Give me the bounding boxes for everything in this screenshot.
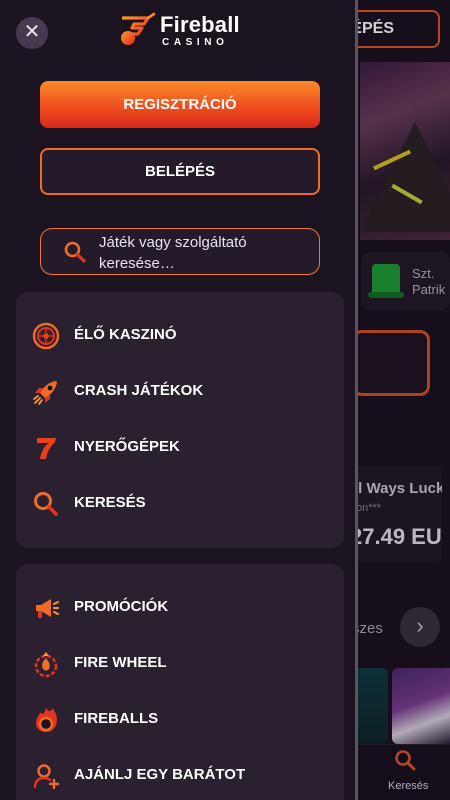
menu-item-label: AJÁNLJ EGY BARÁTOT: [74, 766, 246, 783]
side-drawer: ✕ Fireball CASINO REGISZTRÁCIÓ BELÉPÉS J…: [0, 0, 358, 800]
search-icon: [34, 492, 58, 516]
menu-item-label: FIRE WHEEL: [74, 654, 167, 671]
seven-icon: [37, 438, 56, 459]
menu-item-live-casino[interactable]: ÉLŐ KASZINÓ: [16, 314, 344, 358]
megaphone-icon: [36, 599, 59, 618]
menu-item-crash-games[interactable]: CRASH JÁTÉKOK: [16, 370, 344, 414]
menu-item-refer-friend[interactable]: AJÁNLJ EGY BARÁTOT: [16, 754, 344, 798]
search-placeholder: Játék vagy szolgáltató keresése…: [99, 234, 247, 272]
search-input[interactable]: Játék vagy szolgáltató keresése…: [40, 228, 320, 275]
menu-item-label: NYERŐGÉPEK: [74, 438, 180, 455]
menu-item-label: KERESÉS: [74, 494, 146, 511]
fireball-casino-logo[interactable]: Fireball CASINO: [118, 10, 248, 50]
login-button[interactable]: BELÉPÉS: [40, 148, 320, 195]
close-button[interactable]: ✕: [16, 17, 48, 49]
menu-item-label: PROMÓCIÓK: [74, 598, 169, 615]
logo-wordmark: Fireball: [160, 12, 240, 37]
menu-group-games: ÉLŐ KASZINÓ CRASH JÁTÉKOK NYERŐGÉPEK KER…: [16, 292, 344, 548]
roulette-icon: [32, 322, 60, 350]
menu-item-label: FIREBALLS: [74, 710, 159, 727]
rocket-icon: [33, 381, 57, 405]
menu-item-label: ÉLŐ KASZINÓ: [74, 326, 177, 343]
menu-item-fire-wheel[interactable]: FIRE WHEEL: [16, 642, 344, 686]
fireball-logo-icon: [121, 12, 156, 45]
menu-item-search[interactable]: KERESÉS: [16, 482, 344, 526]
menu-group-features: PROMÓCIÓK FIRE WHEEL FIREBALLS AJÁNLJ EG…: [16, 564, 344, 800]
add-user-icon: [33, 764, 60, 790]
logo-subtitle: CASINO: [162, 37, 229, 48]
menu-item-promotions[interactable]: PROMÓCIÓK: [16, 586, 344, 630]
close-icon: ✕: [23, 21, 41, 43]
search-icon: [64, 241, 86, 263]
fireball-icon: [36, 708, 57, 732]
menu-item-slots[interactable]: NYERŐGÉPEK: [16, 426, 344, 470]
register-button[interactable]: REGISZTRÁCIÓ: [40, 81, 320, 128]
menu-item-fireballs[interactable]: FIREBALLS: [16, 698, 344, 742]
fire-wheel-icon: [34, 652, 58, 678]
menu-item-label: CRASH JÁTÉKOK: [74, 382, 204, 399]
